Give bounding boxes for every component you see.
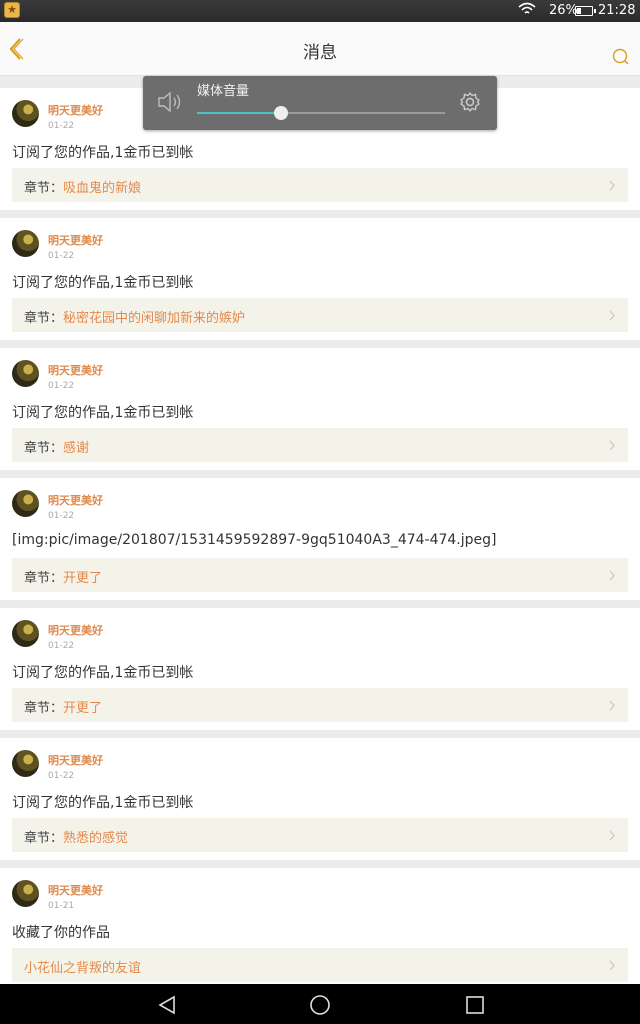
chevron-right-icon (609, 310, 615, 321)
app-notification-icon: ★ (4, 2, 20, 18)
message-date: 01-22 (48, 121, 75, 131)
volume-slider-thumb[interactable] (274, 106, 289, 120)
avatar[interactable] (12, 360, 39, 387)
chapter-title: 秘密花园中的闲聊加新来的嫉妒 (63, 311, 246, 326)
battery-percent: 26% (549, 3, 578, 18)
chapter-title: 熟悉的感觉 (63, 831, 129, 846)
sender-name[interactable]: 明天更美好 (48, 882, 103, 898)
app-header: 消息 (0, 22, 640, 76)
chapter-label: 章节：开更了 (24, 567, 102, 586)
chapter-label: 小花仙之背叛的友谊 (24, 957, 141, 976)
chevron-right-icon (609, 440, 615, 451)
volume-settings-button[interactable] (459, 91, 481, 113)
message-text: 订阅了您的作品,1金币已到帐 (12, 795, 194, 811)
chevron-right-icon (609, 700, 615, 711)
chapter-label: 章节：秘密花园中的闲聊加新来的嫉妒 (24, 307, 245, 326)
message-date: 01-22 (48, 641, 75, 651)
page-title: 消息 (303, 43, 337, 63)
sender-name[interactable]: 明天更美好 (48, 622, 103, 638)
nav-recent-button[interactable] (464, 994, 486, 1016)
volume-popup: 媒体音量 (143, 76, 497, 130)
chevron-right-icon (609, 570, 615, 581)
chapter-label: 章节：吸血鬼的新娘 (24, 177, 141, 196)
sender-name[interactable]: 明天更美好 (48, 102, 103, 118)
chapter-prefix: 章节： (24, 701, 64, 716)
message-card[interactable]: 明天更美好 01-22 订阅了您的作品,1金币已到帐章节：秘密花园中的闲聊加新来的嫉… (0, 218, 640, 340)
chapter-link[interactable]: 小花仙之背叛的友谊 (12, 948, 628, 982)
message-card[interactable]: 明天更美好 01-22 [img:pic/image/201807/15314595… (0, 478, 640, 600)
message-date: 01-21 (48, 901, 75, 911)
chapter-title: 感谢 (63, 441, 90, 456)
nav-back-button[interactable] (156, 994, 178, 1016)
circle-home-icon (310, 995, 330, 1015)
chapter-prefix: 章节： (24, 571, 64, 586)
message-card[interactable]: 明天更美好 01-22 订阅了您的作品,1金币已到帐章节：感谢 (0, 348, 640, 470)
chapter-link[interactable]: 章节：开更了 (12, 688, 628, 722)
chevron-right-icon (609, 180, 615, 191)
gear-icon (460, 91, 480, 113)
message-text: 订阅了您的作品,1金币已到帐 (12, 145, 194, 161)
chapter-link[interactable]: 章节：秘密花园中的闲聊加新来的嫉妒 (12, 298, 628, 332)
chapter-prefix: 章节： (24, 441, 64, 456)
message-date: 01-22 (48, 381, 75, 391)
chapter-prefix: 章节： (24, 311, 64, 326)
message-text: [img:pic/image/201807/1531459592897-9gq5… (12, 532, 497, 548)
avatar[interactable] (12, 620, 39, 647)
sender-name[interactable]: 明天更美好 (48, 492, 103, 508)
message-card[interactable]: 明天更美好 01-21 收藏了你的作品小花仙之背叛的友谊 (0, 868, 640, 990)
speaker-button[interactable] (157, 90, 183, 114)
chapter-title: 开更了 (63, 701, 103, 716)
chapter-link[interactable]: 章节：感谢 (12, 428, 628, 462)
chapter-title: 小花仙之背叛的友谊 (24, 961, 142, 976)
chapter-title: 开更了 (63, 571, 103, 586)
search-icon (612, 48, 629, 65)
message-card[interactable]: 明天更美好 01-22 订阅了您的作品,1金币已到帐章节：开更了 (0, 608, 640, 730)
chevron-right-icon (609, 960, 615, 971)
sender-name[interactable]: 明天更美好 (48, 752, 103, 768)
chapter-link[interactable]: 章节：开更了 (12, 558, 628, 592)
chapter-label: 章节：开更了 (24, 697, 102, 716)
volume-slider[interactable] (197, 106, 445, 120)
avatar[interactable] (12, 100, 39, 127)
volume-label: 媒体音量 (197, 84, 250, 99)
avatar[interactable] (12, 230, 39, 257)
search-button[interactable] (612, 48, 630, 66)
triangle-back-icon (158, 995, 175, 1015)
avatar[interactable] (12, 750, 39, 777)
volume-slider-fill (197, 112, 282, 114)
clock: 21:28 (598, 3, 636, 18)
message-text: 订阅了您的作品,1金币已到帐 (12, 665, 194, 681)
wifi-icon (518, 2, 536, 20)
system-nav-bar (0, 984, 640, 1024)
chapter-prefix: 章节： (24, 181, 64, 196)
message-text: 订阅了您的作品,1金币已到帐 (12, 405, 194, 421)
avatar[interactable] (12, 880, 39, 907)
message-date: 01-22 (48, 251, 75, 261)
message-list: 明天更美好 01-22 订阅了您的作品,1金币已到帐 章节：吸血鬼的新娘 明天更美好 01… (0, 88, 640, 998)
message-card[interactable]: 明天更美好 01-22 订阅了您的作品,1金币已到帐章节：熟悉的感觉 (0, 738, 640, 860)
chapter-prefix: 章节： (24, 831, 64, 846)
chapter-label: 章节：感谢 (24, 437, 89, 456)
sender-name[interactable]: 明天更美好 (48, 232, 103, 248)
chapter-link[interactable]: 章节：熟悉的感觉 (12, 818, 628, 852)
nav-home-button[interactable] (309, 994, 331, 1016)
speaker-icon (158, 91, 181, 113)
battery-icon (575, 6, 596, 16)
status-bar: ★ 26% 21:28 (0, 0, 640, 22)
chapter-title: 吸血鬼的新娘 (63, 181, 142, 196)
avatar[interactable] (12, 490, 39, 517)
chapter-label: 章节：熟悉的感觉 (24, 827, 128, 846)
square-recent-icon (466, 996, 484, 1014)
message-text: 收藏了你的作品 (12, 925, 110, 941)
message-date: 01-22 (48, 771, 75, 781)
message-date: 01-22 (48, 511, 75, 521)
sender-name[interactable]: 明天更美好 (48, 362, 103, 378)
chapter-link[interactable]: 章节：吸血鬼的新娘 (12, 168, 628, 202)
message-text: 订阅了您的作品,1金币已到帐 (12, 275, 194, 291)
chevron-right-icon (609, 830, 615, 841)
